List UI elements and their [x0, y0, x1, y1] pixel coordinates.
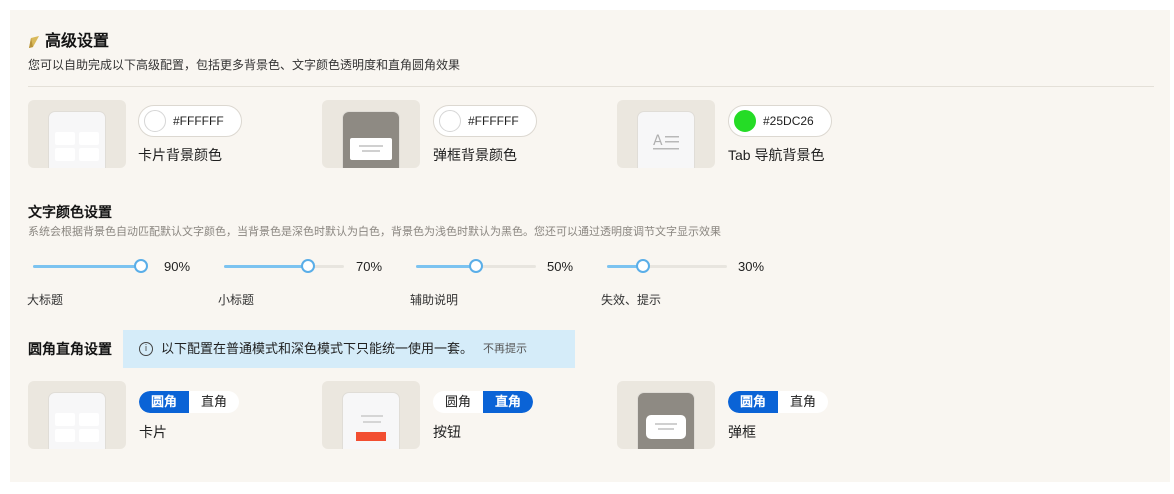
svg-text:A: A — [653, 133, 663, 149]
phone-mock — [48, 111, 106, 168]
color-swatch — [144, 110, 166, 132]
phone-mock: A — [637, 111, 695, 168]
button-corner-preview — [322, 381, 420, 449]
slider-handle[interactable] — [469, 259, 483, 273]
phone-mock — [342, 111, 400, 168]
card-background-preview — [28, 100, 126, 168]
notice-banner: i 以下配置在普通模式和深色模式下只能统一使用一套。 不再提示 — [123, 330, 575, 368]
dialog-corner-toggle[interactable]: 圆角 直角 — [728, 391, 828, 413]
card-corner-label: 卡片 — [139, 424, 167, 440]
disabled-opacity-slider[interactable] — [607, 265, 727, 268]
color-hex: #25DC26 — [763, 114, 814, 128]
color-hex: #FFFFFF — [468, 114, 519, 128]
square-option[interactable]: 直角 — [189, 391, 239, 413]
color-hex: #FFFFFF — [173, 114, 224, 128]
slider-handle[interactable] — [636, 259, 650, 273]
title-opacity-slider[interactable] — [33, 265, 143, 268]
tab-background-label: Tab 导航背景色 — [728, 147, 825, 163]
slider-value: 70% — [356, 259, 383, 274]
tab-color-picker[interactable]: #25DC26 — [728, 105, 832, 137]
color-swatch — [734, 110, 756, 132]
text-color-description: 系统会根据背景色自动匹配默认文字颜色，当背景色是深色时默认为白色，背景色为浅色时… — [28, 226, 721, 238]
slider-label: 辅助说明 — [410, 293, 459, 307]
color-swatch — [439, 110, 461, 132]
advanced-settings-panel: 高级设置 您可以自助完成以下高级配置，包括更多背景色、文字颜色透明度和直角圆角效… — [10, 10, 1170, 482]
slider-value: 90% — [164, 259, 191, 274]
notice-text: 以下配置在普通模式和深色模式下只能统一使用一套。 — [161, 341, 474, 356]
slider-handle[interactable] — [134, 259, 148, 273]
text-color-title: 文字颜色设置 — [28, 204, 112, 220]
phone-mock — [637, 392, 695, 449]
dialog-background-preview — [322, 100, 420, 168]
square-option[interactable]: 直角 — [778, 391, 828, 413]
button-corner-toggle[interactable]: 圆角 直角 — [433, 391, 533, 413]
slider-label: 大标题 — [27, 293, 64, 307]
text-align-icon: A — [653, 133, 679, 150]
square-option[interactable]: 直角 — [483, 391, 533, 413]
slider-label: 失效、提示 — [601, 293, 662, 307]
card-background-label: 卡片背景颜色 — [138, 147, 222, 163]
button-sample — [356, 432, 386, 441]
tab-background-preview: A — [617, 100, 715, 168]
subtitle-opacity-slider[interactable] — [224, 265, 344, 268]
slider-handle[interactable] — [301, 259, 315, 273]
card-color-picker[interactable]: #FFFFFF — [138, 105, 242, 137]
dialog-corner-label: 弹框 — [728, 424, 756, 440]
card-corner-toggle[interactable]: 圆角 直角 — [139, 391, 239, 413]
dialog-corner-preview — [617, 381, 715, 449]
divider — [28, 86, 1154, 87]
phone-mock — [48, 392, 106, 449]
pen-icon — [29, 36, 39, 48]
page-description: 您可以自助完成以下高级配置，包括更多背景色、文字颜色透明度和直角圆角效果 — [28, 58, 461, 72]
dialog-background-label: 弹框背景颜色 — [433, 147, 517, 163]
rounded-option[interactable]: 圆角 — [139, 391, 189, 413]
button-corner-label: 按钮 — [433, 424, 461, 440]
rounded-option[interactable]: 圆角 — [433, 391, 483, 413]
dialog-color-picker[interactable]: #FFFFFF — [433, 105, 537, 137]
slider-label: 小标题 — [218, 293, 255, 307]
corner-settings-title: 圆角直角设置 — [28, 341, 112, 357]
slider-value: 50% — [547, 259, 574, 274]
card-corner-preview — [28, 381, 126, 449]
slider-value: 30% — [738, 259, 765, 274]
page-title: 高级设置 — [45, 33, 110, 50]
dismiss-link[interactable]: 不再提示 — [483, 343, 527, 356]
phone-mock — [342, 392, 400, 449]
rounded-option[interactable]: 圆角 — [728, 391, 778, 413]
info-icon: i — [139, 342, 153, 356]
